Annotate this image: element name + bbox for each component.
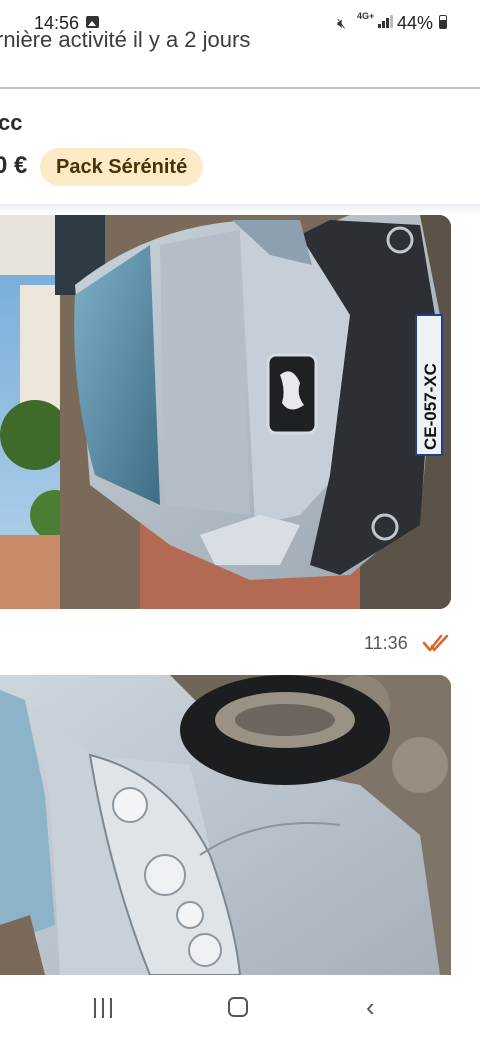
header-divider: [0, 87, 480, 89]
mute-icon: 🔇︎: [337, 15, 346, 31]
message-time: 11:36: [364, 633, 408, 653]
signal-icon: [378, 14, 393, 28]
car-side-illustration: [0, 675, 451, 975]
battery-icon: [439, 15, 447, 29]
home-icon[interactable]: [228, 997, 248, 1017]
listing-title[interactable]: cc: [0, 110, 22, 136]
battery-level: 44%: [397, 13, 434, 33]
pack-serenite-badge[interactable]: Pack Sérénité: [40, 148, 204, 186]
message-photo-car-front[interactable]: CE-057-XC: [0, 215, 451, 609]
back-icon[interactable]: ‹: [366, 994, 375, 1020]
last-activity-text: rnière activité il y a 2 jours: [0, 27, 251, 52]
sticky-header-shadow: [0, 204, 480, 214]
recent-apps-icon[interactable]: [94, 998, 112, 1018]
system-navigation-bar: ‹: [0, 976, 480, 1040]
double-check-icon: [422, 633, 450, 658]
car-front-illustration: CE-057-XC: [0, 215, 451, 609]
network-type-icon: 4G+: [357, 11, 375, 21]
message-photo-car-side[interactable]: [0, 675, 451, 975]
license-plate-text: CE-057-XC: [421, 363, 440, 450]
listing-price: 0 €: [0, 152, 28, 179]
